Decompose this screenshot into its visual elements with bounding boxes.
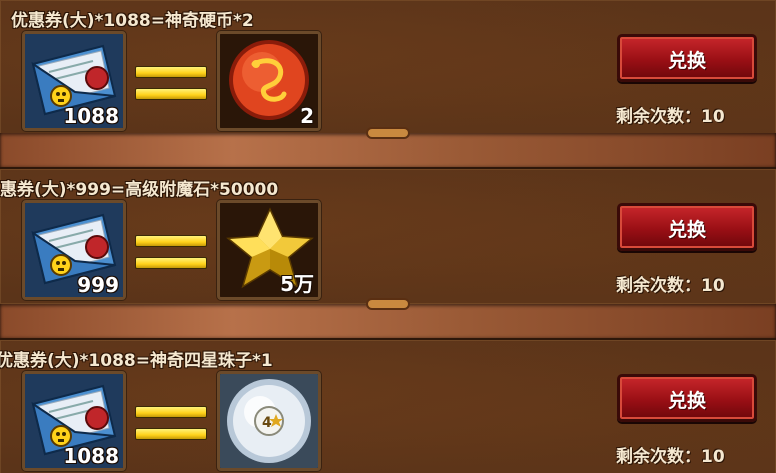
cost-quantity: 1088: [63, 444, 119, 468]
remaining-label: 剩余次数：: [616, 447, 701, 467]
exchange-row-title: 惠券(大)*999=高级附魔石*50000: [0, 180, 279, 200]
remaining-value: 10: [701, 107, 725, 127]
remaining-label: 剩余次数：: [616, 276, 701, 296]
reward-quantity: 2: [300, 104, 314, 128]
reward-item-slot[interactable]: 4: [217, 371, 321, 471]
remaining-count: 剩余次数：10: [616, 442, 725, 467]
exchange-panel: 优惠券(大)*1088=神奇硬币*2 1088 2 兑换 剩余次数：10 惠券(…: [0, 0, 776, 473]
exchange-row-title: 优惠券(大)*1088=神奇四星珠子*1: [0, 351, 273, 371]
cost-item-slot[interactable]: 1088: [22, 31, 126, 131]
cost-item-slot[interactable]: 999: [22, 200, 126, 300]
exchange-row: 优惠券(大)*1088=神奇硬币*2 1088 2 兑换 剩余次数：10: [0, 0, 776, 137]
cost-quantity: 999: [77, 273, 119, 297]
equals-icon: [135, 66, 207, 100]
row-divider: [0, 129, 776, 169]
remaining-count: 剩余次数：10: [616, 271, 725, 296]
exchange-row-title: 优惠券(大)*1088=神奇硬币*2: [11, 11, 254, 31]
reward-item-slot[interactable]: 2: [217, 31, 321, 131]
reward-quantity: 5万: [280, 272, 314, 296]
remaining-value: 10: [701, 276, 725, 296]
row-divider: [0, 300, 776, 340]
svg-text:4: 4: [262, 415, 272, 431]
cost-quantity: 1088: [63, 104, 119, 128]
remaining-value: 10: [701, 447, 725, 467]
four-star-pearl-icon: 4: [220, 374, 318, 468]
exchange-button[interactable]: 兑换: [617, 374, 757, 422]
cost-item-slot[interactable]: 1088: [22, 371, 126, 471]
equals-icon: [135, 235, 207, 269]
equals-icon: [135, 406, 207, 440]
reward-item-slot[interactable]: 5万: [217, 200, 321, 300]
exchange-button[interactable]: 兑换: [617, 34, 757, 82]
remaining-count: 剩余次数：10: [616, 102, 725, 127]
exchange-button[interactable]: 兑换: [617, 203, 757, 251]
exchange-row: 优惠券(大)*1088=神奇四星珠子*1 1088 4 兑换 剩余次数：10: [0, 338, 776, 473]
remaining-label: 剩余次数：: [616, 107, 701, 127]
exchange-row: 惠券(大)*999=高级附魔石*50000 999 5万 兑换 剩余次数：10: [0, 167, 776, 306]
